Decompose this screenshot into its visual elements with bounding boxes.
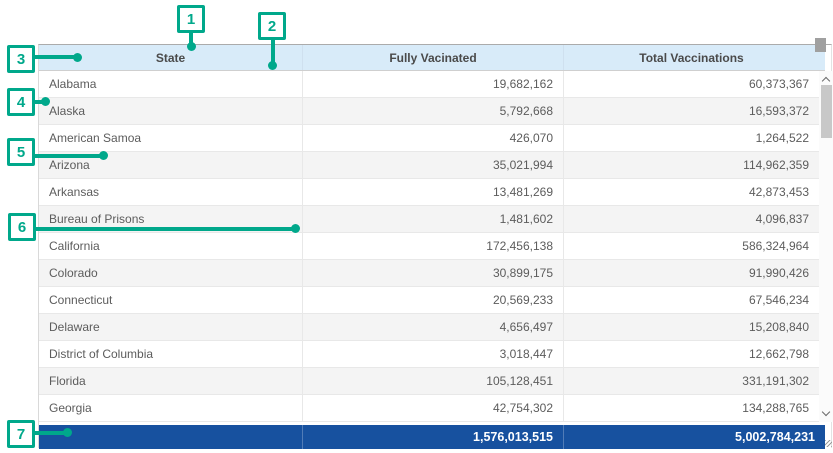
cell-state: District of Columbia — [39, 341, 303, 367]
cell-fully-vaccinated: 42,754,302 — [303, 395, 564, 421]
table-row[interactable]: Delaware 4,656,497 15,208,840 — [39, 314, 819, 341]
chevron-up-icon — [822, 77, 830, 85]
cell-total-vaccinations: 12,662,798 — [564, 341, 819, 367]
callout-3-badge: 3 — [7, 45, 35, 73]
cell-fully-vaccinated: 13,481,269 — [303, 179, 564, 205]
cell-total-vaccinations: 586,324,964 — [564, 233, 819, 259]
callout-2-dot — [268, 61, 277, 70]
cell-total-vaccinations: 1,264,522 — [564, 125, 819, 151]
callout-3-dot — [73, 53, 82, 62]
callout-2-badge: 2 — [258, 12, 286, 40]
callout-7-connector — [34, 431, 64, 435]
callout-1-badge: 1 — [177, 5, 205, 33]
callout-6-connector — [35, 227, 292, 231]
callout-7-dot — [63, 428, 72, 437]
cell-total-vaccinations: 331,191,302 — [564, 368, 819, 394]
table-row[interactable]: Alabama 19,682,162 60,373,367 — [39, 71, 819, 98]
table-row[interactable]: Alaska 5,792,668 16,593,372 — [39, 98, 819, 125]
callout-5-connector — [34, 154, 100, 158]
column-header-fully-vaccinated[interactable]: Fully Vacinated — [303, 45, 564, 70]
cell-state: Florida — [39, 368, 303, 394]
page: State Fully Vacinated Total Vaccinations… — [0, 0, 833, 453]
cell-state: Alaska — [39, 98, 303, 124]
cell-state: Georgia — [39, 395, 303, 421]
table-body: Alabama 19,682,162 60,373,367 Alaska 5,7… — [39, 71, 819, 422]
callout-3-connector — [34, 55, 74, 59]
total-cell-fully-vaccinated: 1,576,013,515 — [303, 425, 564, 449]
cell-fully-vaccinated: 3,018,447 — [303, 341, 564, 367]
cell-total-vaccinations: 91,990,426 — [564, 260, 819, 286]
table-row[interactable]: District of Columbia 3,018,447 12,662,79… — [39, 341, 819, 368]
resize-grip-icon[interactable] — [825, 440, 832, 447]
table-row[interactable]: Arizona 35,021,994 114,962,359 — [39, 152, 819, 179]
table-row[interactable]: Arkansas 13,481,269 42,873,453 — [39, 179, 819, 206]
callout-5-badge: 5 — [7, 138, 35, 166]
cell-state: Colorado — [39, 260, 303, 286]
total-row: 1,576,013,515 5,002,784,231 — [39, 425, 825, 449]
vertical-scrollbar[interactable] — [819, 71, 833, 422]
callout-4-badge: 4 — [7, 88, 35, 116]
chevron-down-icon — [822, 408, 830, 416]
cell-fully-vaccinated: 35,021,994 — [303, 152, 564, 178]
vaccination-table: State Fully Vacinated Total Vaccinations… — [38, 44, 832, 448]
callout-5-dot — [99, 151, 108, 160]
cell-fully-vaccinated: 105,128,451 — [303, 368, 564, 394]
cell-state: Delaware — [39, 314, 303, 340]
callout-4-dot — [41, 97, 50, 106]
cell-fully-vaccinated: 5,792,668 — [303, 98, 564, 124]
scroll-down-button[interactable] — [819, 407, 833, 420]
cell-total-vaccinations: 42,873,453 — [564, 179, 819, 205]
cell-fully-vaccinated: 426,070 — [303, 125, 564, 151]
table-row[interactable]: Connecticut 20,569,233 67,546,234 — [39, 287, 819, 314]
cell-fully-vaccinated: 172,456,138 — [303, 233, 564, 259]
cell-state: California — [39, 233, 303, 259]
cell-total-vaccinations: 16,593,372 — [564, 98, 819, 124]
cell-state: Alabama — [39, 71, 303, 97]
table-header-row: State Fully Vacinated Total Vaccinations — [39, 45, 825, 71]
callout-1-dot — [187, 42, 196, 51]
cell-fully-vaccinated: 1,481,602 — [303, 206, 564, 232]
cell-total-vaccinations: 4,096,837 — [564, 206, 819, 232]
cell-fully-vaccinated: 19,682,162 — [303, 71, 564, 97]
cell-total-vaccinations: 114,962,359 — [564, 152, 819, 178]
callout-7-badge: 7 — [7, 420, 35, 448]
cell-state: Connecticut — [39, 287, 303, 313]
cell-fully-vaccinated: 20,569,233 — [303, 287, 564, 313]
table-row[interactable]: Georgia 42,754,302 134,288,765 — [39, 395, 819, 422]
cell-total-vaccinations: 134,288,765 — [564, 395, 819, 421]
callout-6-badge: 6 — [8, 213, 36, 241]
cell-total-vaccinations: 60,373,367 — [564, 71, 819, 97]
scroll-corner — [815, 38, 826, 52]
total-cell-total-vaccinations: 5,002,784,231 — [564, 425, 825, 449]
table-row[interactable]: Colorado 30,899,175 91,990,426 — [39, 260, 819, 287]
cell-fully-vaccinated: 4,656,497 — [303, 314, 564, 340]
table-row[interactable]: Florida 105,128,451 331,191,302 — [39, 368, 819, 395]
total-cell-state — [39, 425, 303, 449]
callout-2-connector — [271, 39, 275, 63]
cell-total-vaccinations: 15,208,840 — [564, 314, 819, 340]
callout-6-dot — [291, 224, 300, 233]
column-header-total-vaccinations[interactable]: Total Vaccinations — [564, 45, 819, 70]
cell-state: American Samoa — [39, 125, 303, 151]
cell-fully-vaccinated: 30,899,175 — [303, 260, 564, 286]
cell-state: Arkansas — [39, 179, 303, 205]
table-row[interactable]: American Samoa 426,070 1,264,522 — [39, 125, 819, 152]
scrollbar-thumb[interactable] — [821, 85, 832, 138]
cell-total-vaccinations: 67,546,234 — [564, 287, 819, 313]
table-row[interactable]: California 172,456,138 586,324,964 — [39, 233, 819, 260]
